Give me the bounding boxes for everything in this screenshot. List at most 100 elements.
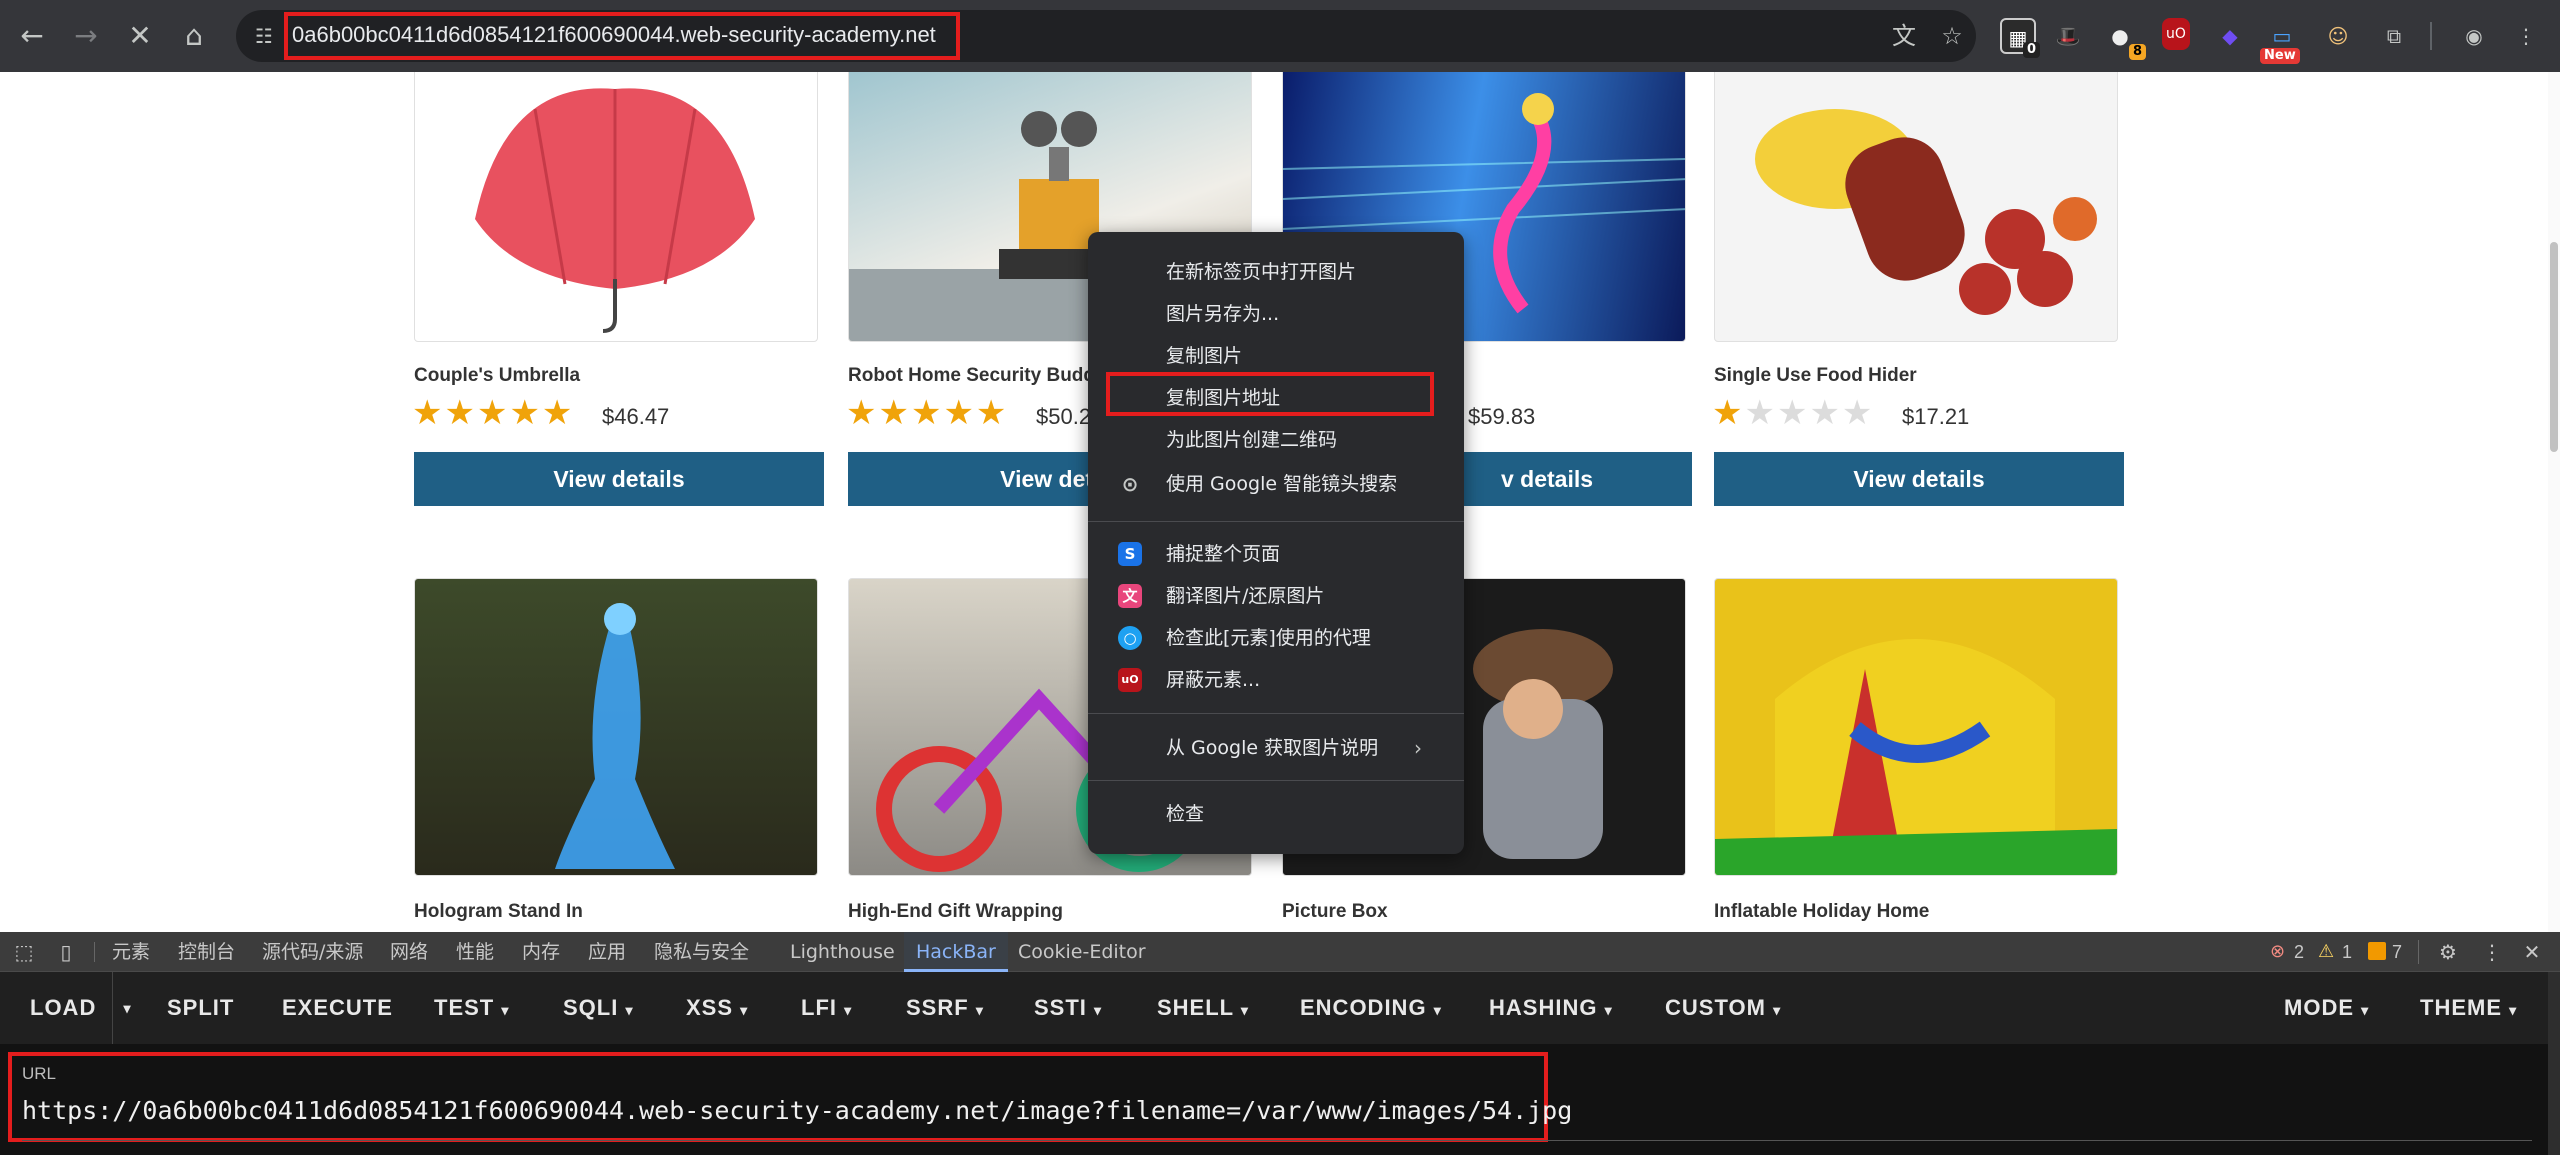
issues-count[interactable]: 7: [2392, 940, 2402, 964]
home-icon[interactable]: ⌂: [172, 14, 216, 58]
copy-image-address-highlight-box: [1106, 372, 1434, 416]
menu-google-lens-search[interactable]: ⊙ 使用 Google 智能镜头搜索: [1088, 464, 1464, 504]
hackbar-execute-button[interactable]: EXECUTE: [282, 972, 393, 1044]
error-count[interactable]: 2: [2294, 940, 2304, 964]
product-title[interactable]: Single Use Food Hider: [1714, 365, 1917, 387]
hackbar-custom-menu[interactable]: CUSTOM ▾: [1665, 972, 1781, 1044]
url-text[interactable]: 0a6b00bc0411d6d0854121f600690044.web-sec…: [292, 22, 936, 48]
tab-performance[interactable]: 性能: [456, 932, 494, 972]
product-title[interactable]: Robot Home Security Budd: [848, 365, 1095, 387]
translate-icon[interactable]: 文: [1888, 20, 1920, 52]
extension-face-icon[interactable]: ☺: [2320, 18, 2356, 54]
menu-check-proxy[interactable]: ○ 检查此[元素]使用的代理: [1088, 618, 1464, 658]
hackbar-sqli-menu[interactable]: SQLI ▾: [563, 972, 634, 1044]
extensions-puzzle-icon[interactable]: ⧉: [2376, 18, 2412, 54]
back-icon[interactable]: ←: [10, 14, 54, 58]
menu-block-element[interactable]: uO 屏蔽元素...: [1088, 660, 1464, 700]
extension-1-badge: 0: [2022, 42, 2040, 58]
tab-hackbar[interactable]: HackBar: [904, 932, 1008, 972]
extension-new-icon[interactable]: ▭ New: [2260, 18, 2300, 64]
devtools-menu-icon[interactable]: ⋮: [2480, 940, 2504, 964]
menu-copy-image[interactable]: 复制图片: [1088, 336, 1464, 376]
caret-down-icon: ▾: [1094, 1002, 1103, 1018]
menu-label: 屏蔽元素...: [1166, 669, 1261, 691]
caret-down-icon: ▾: [844, 1002, 853, 1018]
site-info-icon[interactable]: ☷: [246, 18, 282, 54]
hackbar-xss-menu[interactable]: XSS ▾: [686, 972, 748, 1044]
hackbar-shell-menu[interactable]: SHELL ▾: [1157, 972, 1249, 1044]
tab-application[interactable]: 应用: [588, 932, 626, 972]
menu-inspect[interactable]: 检查: [1088, 794, 1464, 834]
page-scrollbar-thumb[interactable]: [2550, 242, 2558, 452]
product-image-inflatable[interactable]: [1714, 578, 2118, 876]
settings-gear-icon[interactable]: ⚙: [2436, 940, 2460, 964]
hackbar-split-button[interactable]: SPLIT: [167, 972, 234, 1044]
hackbar-menu-label: HASHING: [1489, 995, 1598, 1020]
menu-get-image-description[interactable]: 从 Google 获取图片说明: [1088, 728, 1464, 768]
extension-2-icon[interactable]: ● 8: [2102, 18, 2146, 60]
address-bar[interactable]: ☷ 0a6b00bc0411d6d0854121f600690044.web-s…: [236, 10, 1976, 62]
view-details-button[interactable]: View details: [414, 452, 824, 506]
extension-diamond-icon[interactable]: ◆: [2212, 18, 2248, 54]
menu-open-image-new-tab[interactable]: 在新标签页中打开图片: [1088, 252, 1464, 292]
product-image-umbrella[interactable]: [414, 72, 818, 342]
new-badge: New: [2260, 48, 2300, 64]
ublock-icon[interactable]: uO: [2162, 18, 2190, 50]
menu-separator: [1088, 713, 1464, 714]
product-title[interactable]: Hologram Stand In: [414, 901, 583, 923]
tab-elements[interactable]: 元素: [112, 932, 150, 972]
product-price: $17.21: [1902, 404, 1970, 429]
hackbar-theme-menu[interactable]: THEME ▾: [2420, 972, 2517, 1044]
tab-console[interactable]: 控制台: [178, 932, 235, 972]
issues-icon[interactable]: [2368, 942, 2386, 960]
hackbar-url-input[interactable]: https://0a6b00bc0411d6d0854121f600690044…: [22, 1096, 1572, 1125]
hackbar-hashing-menu[interactable]: HASHING ▾: [1489, 972, 1613, 1044]
menu-kebab-icon[interactable]: ⋮: [2508, 18, 2544, 54]
view-details-button[interactable]: View details: [1714, 452, 2124, 506]
menu-label: 使用 Google 智能镜头搜索: [1166, 473, 1398, 495]
forward-icon[interactable]: →: [64, 14, 108, 58]
hackbar-ssti-menu[interactable]: SSTI ▾: [1034, 972, 1102, 1044]
menu-create-qr-code[interactable]: 为此图片创建二维码: [1088, 420, 1464, 460]
product-title[interactable]: Couple's Umbrella: [414, 365, 580, 387]
product-image-food[interactable]: [1714, 72, 2118, 342]
tab-privacy-security[interactable]: 隐私与安全: [654, 932, 749, 972]
hackbar-mode-menu[interactable]: MODE ▾: [2284, 972, 2369, 1044]
hackbar-load-button[interactable]: LOAD: [30, 972, 96, 1044]
menu-translate-image[interactable]: 文 翻译图片/还原图片: [1088, 576, 1464, 616]
page-scrollbar[interactable]: [2548, 72, 2560, 932]
warning-count[interactable]: 1: [2342, 940, 2352, 964]
menu-capture-page[interactable]: S 捕捉整个页面: [1088, 534, 1464, 574]
error-icon[interactable]: ⊗: [2270, 940, 2285, 964]
tab-lighthouse[interactable]: Lighthouse: [790, 932, 895, 972]
menu-save-image-as[interactable]: 图片另存为...: [1088, 294, 1464, 334]
hackbar-lfi-menu[interactable]: LFI ▾: [801, 972, 852, 1044]
warning-icon[interactable]: ⚠: [2318, 940, 2334, 964]
tab-memory[interactable]: 内存: [522, 932, 560, 972]
device-toolbar-icon[interactable]: ▯: [54, 940, 78, 964]
product-title[interactable]: Inflatable Holiday Home: [1714, 901, 1929, 923]
rating-stars: ★★★★★: [1712, 393, 1875, 433]
hackbar-test-menu[interactable]: TEST ▾: [434, 972, 509, 1044]
load-dropdown-icon[interactable]: ▾: [112, 972, 142, 1044]
extension-1-icon[interactable]: ▦ 0: [2000, 18, 2040, 58]
product-title[interactable]: Picture Box: [1282, 901, 1388, 923]
caret-down-icon: ▾: [1773, 1002, 1782, 1018]
extension-hat-icon[interactable]: 🎩: [2050, 18, 2086, 54]
hackbar-encoding-menu[interactable]: ENCODING ▾: [1300, 972, 1442, 1044]
tab-sources[interactable]: 源代码/来源: [262, 932, 363, 972]
hackbar-ssrf-menu[interactable]: SSRF ▾: [906, 972, 984, 1044]
tab-cookie-editor[interactable]: Cookie-Editor: [1018, 932, 1146, 972]
product-price: $50.2: [1036, 404, 1092, 429]
bookmark-star-icon[interactable]: ☆: [1936, 20, 1968, 52]
stop-loading-icon[interactable]: ✕: [118, 14, 162, 58]
caret-down-icon: ▾: [975, 1002, 984, 1018]
close-devtools-icon[interactable]: ✕: [2520, 940, 2544, 964]
tab-network[interactable]: 网络: [390, 932, 428, 972]
product-title[interactable]: High-End Gift Wrapping: [848, 901, 1063, 923]
hackbar-menu-label: THEME: [2420, 995, 2502, 1020]
product-image-hologram[interactable]: [414, 578, 818, 876]
caret-down-icon: ▾: [625, 1002, 634, 1018]
devtools-scrollbar[interactable]: [2548, 972, 2560, 1155]
inspect-element-icon[interactable]: ⬚: [12, 940, 36, 964]
